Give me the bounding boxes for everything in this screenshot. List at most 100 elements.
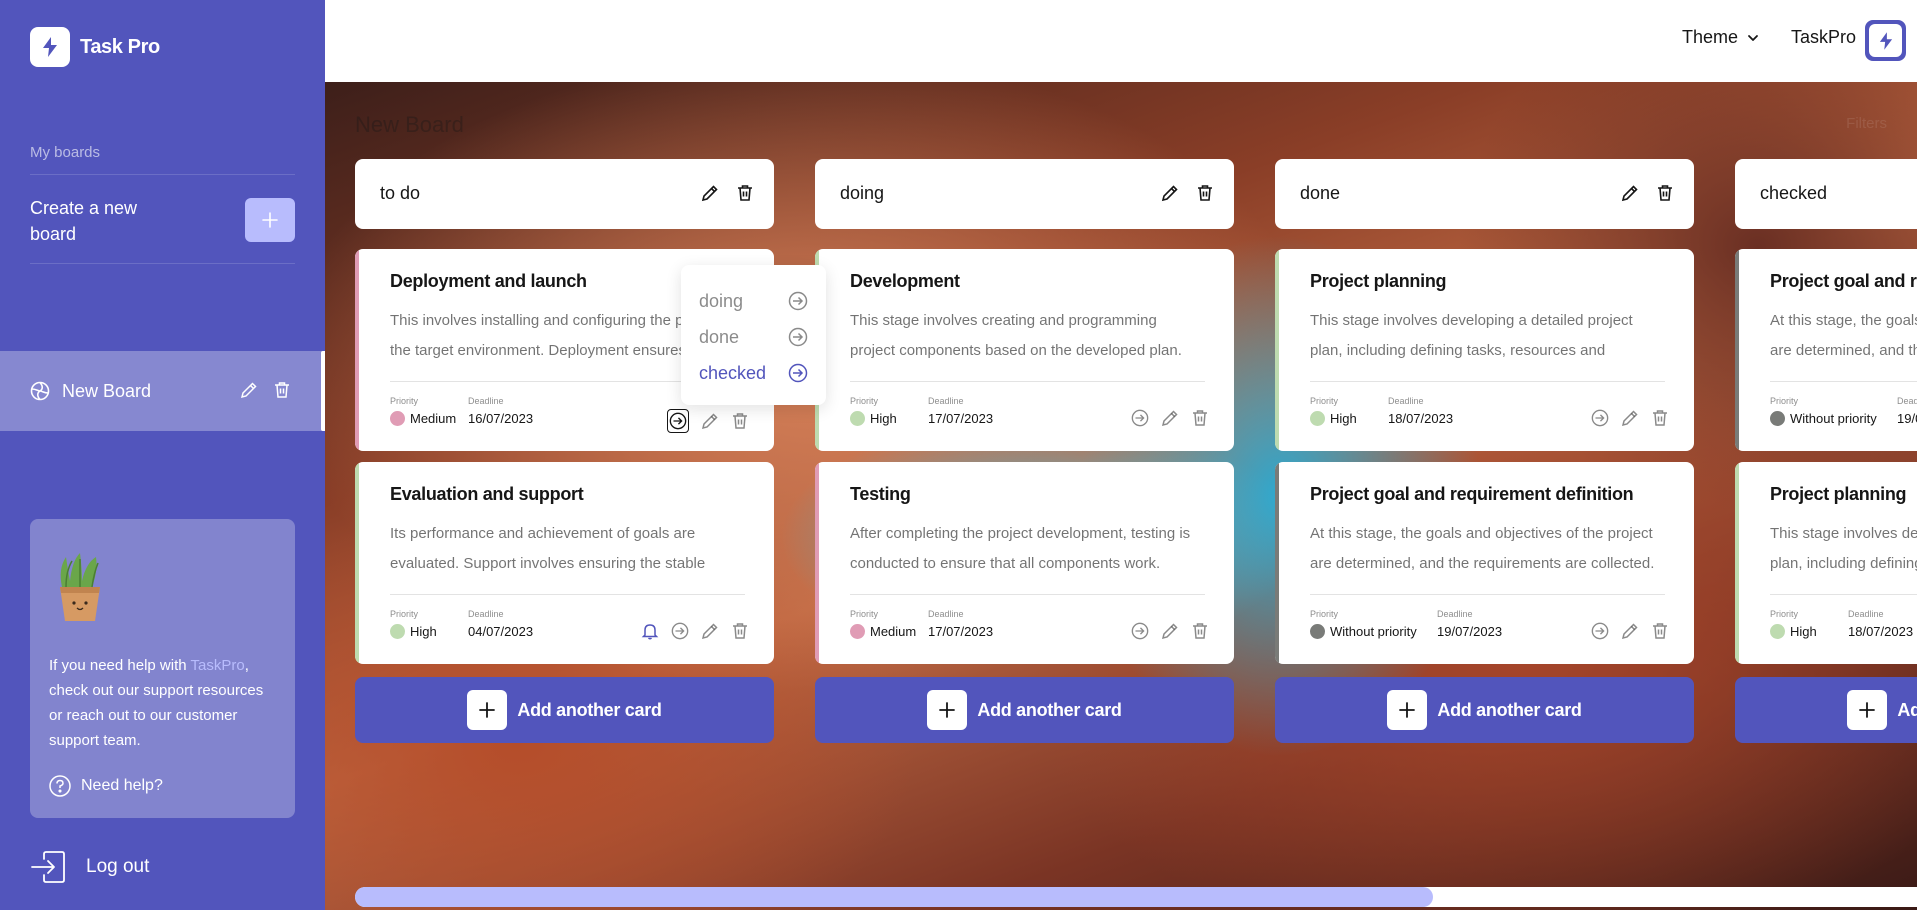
- task-card[interactable]: Testing After completing the project deve…: [815, 462, 1234, 664]
- card-actions: [629, 622, 749, 640]
- edit-card-icon[interactable]: [701, 622, 719, 640]
- deadline-label: Deadline: [928, 609, 964, 619]
- add-card-button[interactable]: Add another card: [1735, 677, 1917, 743]
- priority-meta: Priority Medium: [390, 396, 456, 426]
- move-card-icon[interactable]: [1591, 622, 1609, 640]
- card-title: Development: [850, 271, 960, 291]
- move-option-doing[interactable]: doing: [699, 283, 808, 319]
- column-title: to do: [380, 183, 421, 203]
- move-option-done[interactable]: done: [699, 319, 808, 355]
- scrollbar-thumb[interactable]: [355, 887, 1433, 907]
- trash-icon[interactable]: [736, 184, 754, 207]
- logo-text: Task Pro: [80, 35, 160, 58]
- add-card-label: Add another card: [1897, 699, 1917, 720]
- avatar[interactable]: [1865, 20, 1906, 61]
- priority-bar: [355, 249, 359, 451]
- card-divider: [1310, 381, 1665, 382]
- task-card[interactable]: Evaluation and support Its performance an…: [355, 462, 774, 664]
- priority-value: Without priority: [1330, 624, 1417, 639]
- trash-icon[interactable]: [273, 381, 291, 404]
- deadline-meta: Deadline 19/07/2023: [1897, 396, 1917, 426]
- card-description: Its performance and achievement of goals…: [390, 525, 706, 572]
- column-header: doing: [815, 159, 1234, 229]
- priority-label: Priority: [1770, 609, 1799, 619]
- priority-value: Medium: [870, 624, 917, 639]
- deadline-value: 19/07/2023: [1437, 624, 1503, 639]
- logout-label: Log out: [86, 856, 150, 877]
- add-card-button[interactable]: Add another card: [355, 677, 774, 743]
- card-actions: [1579, 409, 1669, 427]
- move-card-icon[interactable]: [1131, 409, 1149, 427]
- edit-card-icon[interactable]: [1621, 622, 1639, 640]
- filters-button[interactable]: Filters: [1846, 115, 1887, 132]
- theme-dropdown[interactable]: Theme: [1682, 27, 1760, 48]
- delete-card-icon[interactable]: [1191, 409, 1209, 427]
- theme-label: Theme: [1681, 27, 1738, 47]
- edit-card-icon[interactable]: [701, 412, 719, 430]
- task-card[interactable]: Project goal and requirement definition A…: [1275, 462, 1694, 664]
- trash-icon[interactable]: [1196, 184, 1214, 207]
- deadline-value: 17/07/2023: [928, 624, 994, 639]
- deadline-meta: Deadline 19/07/2023: [1437, 609, 1502, 639]
- delete-card-icon[interactable]: [1651, 622, 1669, 640]
- sidebar-item-new-board[interactable]: New Board: [0, 351, 325, 431]
- deadline-meta: Deadline 16/07/2023: [468, 396, 533, 426]
- priority-meta: Priority Medium: [850, 609, 916, 639]
- deadline-value: 19/07/2023: [1897, 411, 1917, 426]
- move-card-icon[interactable]: [1591, 409, 1609, 427]
- edit-card-icon[interactable]: [1621, 409, 1639, 427]
- deadline-value: 04/07/2023: [468, 624, 534, 639]
- add-card-button[interactable]: Add another card: [1275, 677, 1694, 743]
- priority-label: Priority: [1310, 396, 1339, 406]
- priority-value: Without priority: [1790, 411, 1877, 426]
- priority-label: Priority: [1310, 609, 1339, 619]
- logout-icon: [31, 851, 65, 883]
- task-card[interactable]: Project goal and requirement definition A…: [1735, 249, 1917, 451]
- card-description: This stage involves developing a detaile…: [1310, 312, 1633, 359]
- delete-card-icon[interactable]: [731, 622, 749, 640]
- pencil-icon[interactable]: [240, 381, 258, 404]
- pencil-icon[interactable]: [1621, 184, 1639, 207]
- move-option-label: done: [699, 326, 740, 347]
- trash-icon[interactable]: [1656, 184, 1674, 207]
- move-card-popup: doing done checked: [681, 265, 826, 405]
- pencil-icon[interactable]: [701, 184, 719, 207]
- task-card[interactable]: Project planning This stage involves deve…: [1735, 462, 1917, 664]
- deadline-meta: Deadline 17/07/2023: [928, 396, 993, 426]
- card-description: After completing the project development…: [850, 525, 1191, 572]
- edit-card-icon[interactable]: [1161, 622, 1179, 640]
- deadline-label: Deadline: [468, 396, 504, 406]
- plant-icon: [52, 551, 108, 628]
- delete-card-icon[interactable]: [1191, 622, 1209, 640]
- need-help-button[interactable]: Need help?: [49, 775, 163, 797]
- delete-card-icon[interactable]: [1651, 409, 1669, 427]
- move-option-label: checked: [699, 362, 767, 383]
- card-actions: [1119, 409, 1209, 427]
- column-title: doing: [840, 183, 885, 203]
- task-card[interactable]: Project planning This stage involves deve…: [1275, 249, 1694, 451]
- add-card-button[interactable]: Add another card: [815, 677, 1234, 743]
- edit-card-icon[interactable]: [1161, 409, 1179, 427]
- move-card-icon[interactable]: [667, 409, 689, 433]
- priority-label: Priority: [850, 396, 879, 406]
- priority-dot: [1770, 411, 1785, 426]
- delete-card-icon[interactable]: [731, 412, 749, 430]
- need-help-label: Need help?: [81, 777, 163, 794]
- card-title: Testing: [850, 484, 911, 504]
- help-brand-link[interactable]: TaskPro: [191, 657, 245, 674]
- column-header: checked: [1735, 159, 1917, 229]
- logout-button[interactable]: Log out: [30, 850, 149, 884]
- move-card-icon[interactable]: [671, 622, 689, 640]
- move-option-checked[interactable]: checked: [699, 355, 808, 391]
- logo[interactable]: Task Pro: [30, 27, 160, 67]
- card-divider: [390, 594, 745, 595]
- horizontal-scrollbar[interactable]: [355, 887, 1917, 907]
- pencil-icon[interactable]: [1161, 184, 1179, 207]
- create-board-button[interactable]: [245, 198, 295, 242]
- bell-icon[interactable]: [641, 622, 659, 640]
- lightning-icon: [1879, 31, 1892, 50]
- move-card-icon[interactable]: [1131, 622, 1149, 640]
- priority-label: Priority: [850, 609, 879, 619]
- task-card[interactable]: Development This stage involves creating …: [815, 249, 1234, 451]
- help-panel: If you need help with TaskPro, check out…: [30, 519, 295, 818]
